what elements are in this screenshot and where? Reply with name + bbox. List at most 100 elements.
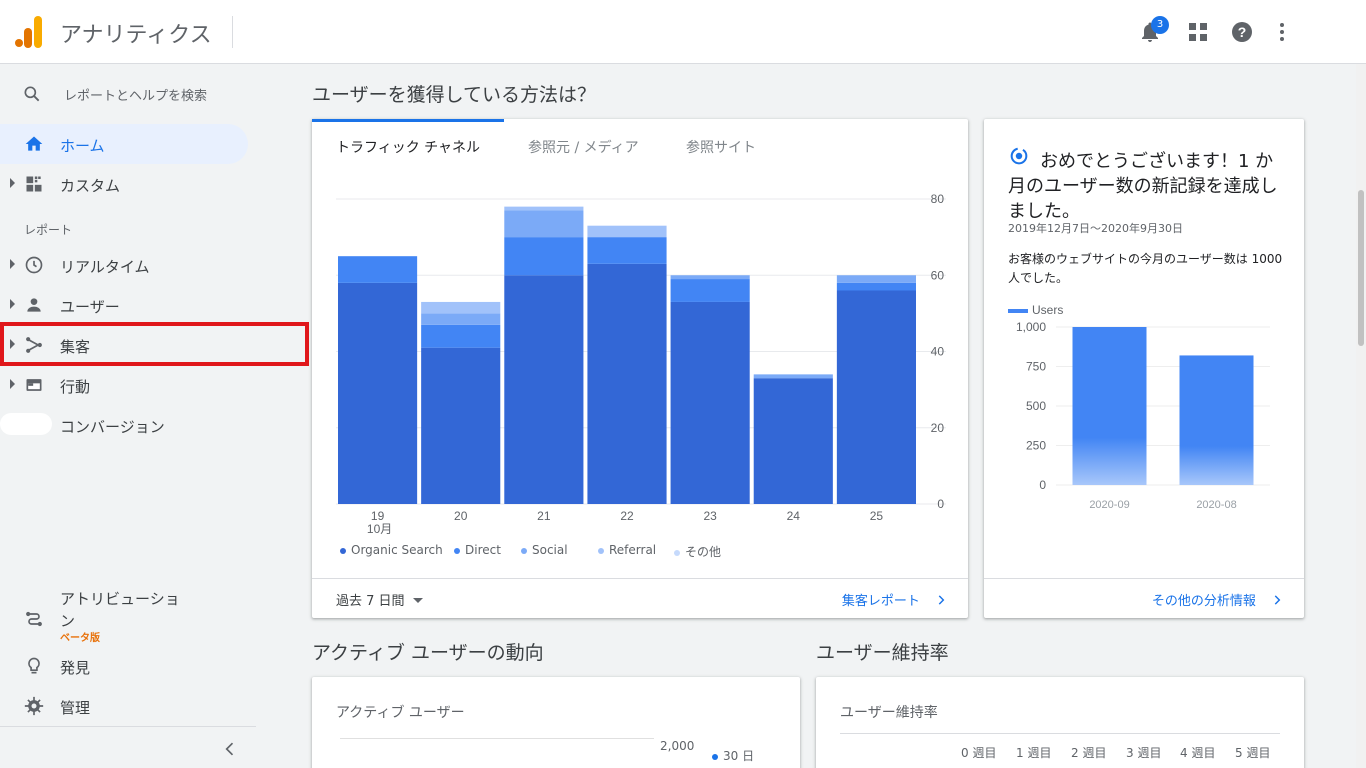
bar-segment-direct[interactable]: [421, 324, 501, 348]
title-divider: [232, 16, 233, 48]
sidebar-item-label: 発見: [60, 659, 91, 677]
acquisition-card-footer: 過去 7 日間 集客レポート: [312, 578, 968, 618]
bar-segment-organic-search[interactable]: [421, 347, 501, 504]
bar-segment-organic-search[interactable]: [587, 263, 667, 504]
bar-segment-organic-search[interactable]: [753, 378, 833, 504]
bar-segment-direct[interactable]: [836, 282, 916, 291]
insight-date-range: 2019年12月7日～2020年9月30日: [1008, 222, 1183, 235]
bar-segment-direct[interactable]: [587, 237, 667, 264]
bar-segment-social[interactable]: [836, 275, 916, 283]
scrollbar-thumb[interactable]: [1358, 190, 1364, 346]
bar-segment-organic-search[interactable]: [504, 275, 584, 504]
gear-icon: [24, 696, 44, 716]
sidebar-item-label: 管理: [60, 699, 91, 717]
legend-item[interactable]: Direct: [454, 543, 501, 557]
y-tick-label: 80: [931, 192, 945, 206]
expand-caret-icon: [10, 178, 15, 188]
retention-heading: ユーザー維持率: [816, 642, 949, 664]
expand-caret-icon: [10, 259, 15, 269]
active-users-card: アクティブ ユーザー 2,000 30 日: [312, 677, 800, 768]
bar-segment-organic-search[interactable]: [338, 282, 418, 504]
x-tick-label: 19: [371, 509, 385, 523]
x-tick-label: 21: [537, 509, 551, 523]
bar-segment-social[interactable]: [753, 374, 833, 379]
sidebar-item-label: ホーム: [60, 137, 105, 155]
y-tick-label: 40: [931, 345, 945, 359]
bar-segment-organic-search[interactable]: [836, 290, 916, 505]
sidebar-item-label: カスタム: [60, 177, 121, 195]
sidebar-item-realtime[interactable]: リアルタイム: [0, 245, 256, 285]
bar-segment-organic-search[interactable]: [670, 301, 750, 504]
retention-card: ユーザー維持率 0 週目 1 週目 2 週目 3 週目 4 週目 5 週目: [816, 677, 1304, 768]
week-0-header: 0 週目: [961, 746, 997, 760]
sidebar-item-custom[interactable]: カスタム: [0, 164, 256, 204]
date-range-label: 過去 7 日間: [336, 594, 405, 609]
sidebar-item-home[interactable]: ホーム: [0, 124, 248, 164]
reports-section-label: レポート: [24, 223, 73, 237]
bar-segment-direct[interactable]: [504, 237, 584, 276]
users-bar[interactable]: [1072, 327, 1147, 485]
dashboard-icon: [26, 176, 42, 192]
help-icon[interactable]: ?: [1230, 20, 1254, 44]
legend-item[interactable]: Referral: [598, 543, 656, 557]
sidebar-search-label: レポートとヘルプを検索: [64, 89, 208, 104]
legend-item[interactable]: Social: [521, 543, 568, 557]
sidebar-item-audience[interactable]: ユーザー: [0, 285, 256, 325]
app-header: アナリティクス 3 ?: [0, 0, 1366, 64]
acquisition-report-link[interactable]: 集客レポート: [842, 590, 948, 609]
chevron-left-icon: [225, 742, 234, 756]
lightbulb-icon: [28, 657, 40, 674]
bar-segment-referral[interactable]: [587, 225, 667, 238]
bar-segment-referral[interactable]: [421, 301, 501, 314]
legend-item[interactable]: その他: [674, 543, 721, 560]
bar-segment-referral[interactable]: [504, 206, 584, 211]
bar-segment-social[interactable]: [421, 313, 501, 325]
sidebar-item-label: アトリビューション: [60, 590, 180, 630]
x-tick-label: 23: [703, 509, 717, 523]
week-4-header: 4 週目: [1180, 746, 1216, 760]
page-scrollbar[interactable]: [1356, 64, 1366, 768]
table-divider: [840, 733, 1280, 734]
active-users-card-label: アクティブ ユーザー: [336, 705, 465, 721]
expand-caret-icon: [10, 299, 15, 309]
legend-item[interactable]: Organic Search: [340, 543, 443, 557]
sidebar-item-conversions[interactable]: コンバージョン: [0, 405, 256, 445]
y-tick-label: 0: [1039, 478, 1046, 492]
apps-grid-icon[interactable]: [1186, 20, 1210, 44]
analytics-logo[interactable]: [14, 16, 44, 48]
traffic-channel-chart: 0 20 40 60 80 19 20 21 22 23 24 25 10月: [336, 192, 946, 536]
insight-text: お客様のウェブサイトの今月のユーザー数は 1000 人でした。: [1008, 252, 1283, 285]
bar-segment-direct[interactable]: [338, 256, 418, 283]
y-tick-label: 0: [937, 497, 944, 511]
legend-label: Users: [1032, 303, 1063, 317]
date-range-dropdown[interactable]: 過去 7 日間: [336, 590, 423, 609]
x-tick-label: 2020-08: [1196, 499, 1236, 511]
users-bar[interactable]: [1179, 355, 1254, 485]
web-window-icon: [26, 379, 42, 391]
legend-label: Referral: [609, 543, 657, 557]
home-icon: [25, 136, 43, 151]
legend-label: Organic Search: [351, 543, 443, 557]
sidebar-search[interactable]: レポートとヘルプを検索: [0, 78, 256, 110]
more-insights-link[interactable]: その他の分析情報: [1152, 590, 1284, 609]
sidebar-item-admin[interactable]: 管理: [0, 686, 256, 726]
sidebar-item-label: 行動: [60, 378, 91, 396]
sidebar-item-discover[interactable]: 発見: [0, 646, 256, 686]
bar-segment-social[interactable]: [504, 210, 584, 238]
chart-gridline: [340, 738, 654, 739]
x-tick-label: 22: [620, 509, 634, 523]
insight-card-footer: その他の分析情報: [984, 578, 1304, 618]
sidebar-item-behavior[interactable]: 行動: [0, 365, 256, 405]
tab-source-medium[interactable]: 参照元 / メディア: [528, 137, 639, 157]
more-insights-label: その他の分析情報: [1151, 594, 1256, 609]
bar-segment-direct[interactable]: [670, 279, 750, 302]
sidebar-collapse[interactable]: [0, 726, 256, 768]
expand-caret-icon: [10, 379, 15, 389]
tab-referrals[interactable]: 参照サイト: [686, 137, 756, 157]
bar-segment-social[interactable]: [670, 275, 750, 280]
svg-text:?: ?: [1238, 24, 1247, 40]
sidebar-item-label: ユーザー: [60, 298, 120, 316]
x-tick-label: 25: [870, 509, 884, 523]
more-vert-icon[interactable]: [1270, 20, 1294, 44]
tab-traffic-channel[interactable]: トラフィック チャネル: [336, 137, 480, 157]
